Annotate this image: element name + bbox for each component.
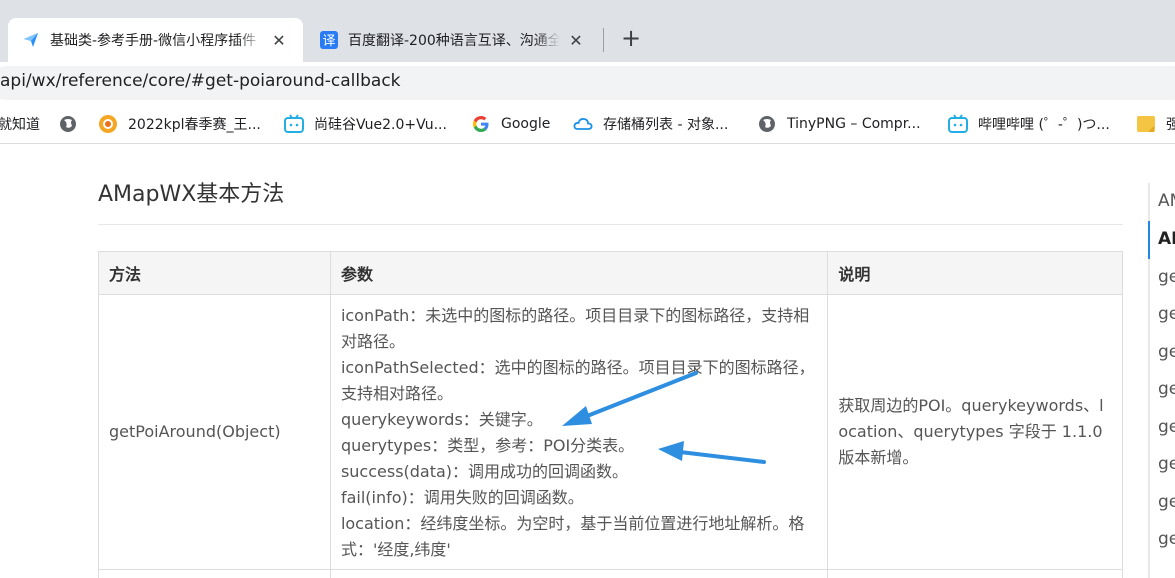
section-heading: AMapWX基本方法 xyxy=(98,182,285,207)
param-item: iconPath：未选中的图标的路径。项目目录下的图标路径，支持相对路径。 xyxy=(340,306,810,351)
toc-item[interactable]: AM xyxy=(1158,191,1175,211)
globe-icon xyxy=(58,114,78,134)
tab-amap-reference[interactable]: 基础类-参考手册-微信小程序插件 ✕ xyxy=(8,18,303,62)
table-row xyxy=(98,569,1123,578)
tab-title: 基础类-参考手册-微信小程序插件 xyxy=(50,33,257,49)
method-cell: getPoiAround(Object) xyxy=(98,294,331,570)
param-item: iconPathSelected：选中的图标的路径。项目目录下的图标路径，支持相… xyxy=(340,358,815,403)
bookmark-item[interactable]: 存储桶列表 - 对象... xyxy=(573,112,728,136)
toc-item[interactable]: ge xyxy=(1158,267,1175,287)
new-tab-button[interactable]: + xyxy=(618,26,644,52)
heading-divider xyxy=(98,224,1123,225)
toc-item[interactable]: ge xyxy=(1158,529,1175,549)
bookmark-item[interactable]: 就知道 xyxy=(0,112,40,136)
toc-item[interactable]: ge xyxy=(1158,304,1175,324)
table-header-cell: 参数 xyxy=(329,251,829,295)
bookmark-item[interactable]: 强 xyxy=(1136,112,1175,136)
bilibili-icon xyxy=(948,114,968,134)
bookmark-item[interactable]: 哔哩哔哩 (゜-゜)つ... xyxy=(948,112,1110,136)
tab-separator xyxy=(603,28,604,52)
bookmark-label: 2022kpl春季赛_王... xyxy=(128,117,261,133)
bookmark-item[interactable] xyxy=(58,112,88,136)
toc-item[interactable]: ge xyxy=(1158,417,1175,437)
param-item: querytypes：类型，参考：POI分类表。 xyxy=(340,436,635,455)
baidu-translate-icon: 译 xyxy=(320,31,338,49)
bookmark-item[interactable]: TinyPNG – Compr... xyxy=(757,112,921,136)
address-bar: api/wx/reference/core/#get-poiaround-cal… xyxy=(0,62,1175,104)
param-item: success(data)：调用成功的回调函数。 xyxy=(340,462,629,481)
svg-text:译: 译 xyxy=(322,34,335,49)
page-content: AMapWX基本方法 方法 参数 说明 getPoiAround(Object)… xyxy=(0,145,1175,578)
google-icon xyxy=(471,114,491,134)
toc-item[interactable]: ge xyxy=(1158,342,1175,362)
amap-icon xyxy=(22,31,40,49)
toc-active-indicator xyxy=(1148,221,1150,259)
bookmark-label: 就知道 xyxy=(0,117,40,133)
table-cell xyxy=(827,569,1123,578)
description-cell: 获取周边的POI。querykeywords、location、querytyp… xyxy=(827,294,1123,570)
globe-icon xyxy=(757,114,777,134)
bookmark-item[interactable]: 尚硅谷Vue2.0+Vu... xyxy=(284,112,447,136)
bookmark-label: 哔哩哔哩 (゜-゜)つ... xyxy=(978,117,1110,133)
toc-item[interactable]: ge xyxy=(1158,492,1175,512)
huya-icon xyxy=(98,114,118,134)
param-item: location：经纬度坐标。为空时，基于当前位置进行地址解析。格式：'经度,纬… xyxy=(340,514,805,559)
bookmark-label: 尚硅谷Vue2.0+Vu... xyxy=(314,117,447,133)
toc-item-active[interactable]: AM xyxy=(1158,229,1175,249)
param-item: fail(info)：调用失败的回调函数。 xyxy=(340,488,584,507)
table-cell xyxy=(329,569,829,578)
tab-title: 百度翻译-200种语言互译、沟通全世界 xyxy=(348,33,560,49)
toc-item[interactable]: ge xyxy=(1158,379,1175,399)
bilibili-icon xyxy=(284,114,304,134)
folder-icon xyxy=(1136,114,1156,134)
param-item: querykeywords：关键字。 xyxy=(340,410,543,429)
cloud-icon xyxy=(573,114,593,134)
table-row: getPoiAround(Object) iconPath：未选中的图标的路径。… xyxy=(98,294,1123,570)
bookmarks-bar: 就知道 2022kpl春季赛_王... 尚硅谷Vue2.0+Vu... Goog… xyxy=(0,104,1175,144)
bookmark-label: 存储桶列表 - 对象... xyxy=(603,117,729,133)
browser-tab-strip: 基础类-参考手册-微信小程序插件 ✕ 译 百度翻译-200种语言互译、沟通全世界… xyxy=(0,0,1175,62)
bookmark-label: TinyPNG – Compr... xyxy=(787,116,921,132)
description-text: 获取周边的POI。querykeywords、location、querytyp… xyxy=(838,396,1104,467)
table-of-contents: AM AM ge ge ge ge ge ge ge ge xyxy=(1148,183,1175,578)
close-icon[interactable]: ✕ xyxy=(566,31,586,50)
table-header-cell: 说明 xyxy=(827,251,1123,295)
api-methods-table: 方法 参数 说明 getPoiAround(Object) iconPath：未… xyxy=(98,251,1123,578)
toc-item[interactable]: ge xyxy=(1158,454,1175,474)
bookmark-label: Google xyxy=(501,116,551,132)
table-cell xyxy=(98,569,331,578)
params-cell: iconPath：未选中的图标的路径。项目目录下的图标路径，支持相对路径。 ic… xyxy=(329,294,829,570)
close-icon[interactable]: ✕ xyxy=(269,31,289,50)
bookmark-item[interactable]: 2022kpl春季赛_王... xyxy=(98,112,261,136)
bookmark-label: 强 xyxy=(1166,117,1175,133)
url-text[interactable]: api/wx/reference/core/#get-poiaround-cal… xyxy=(0,71,401,91)
table-header-cell: 方法 xyxy=(98,251,331,295)
bookmark-item[interactable]: Google xyxy=(471,112,550,136)
tab-baidu-translate[interactable]: 译 百度翻译-200种语言互译、沟通全世界 ✕ xyxy=(306,18,600,62)
table-header-row: 方法 参数 说明 xyxy=(98,251,1123,295)
